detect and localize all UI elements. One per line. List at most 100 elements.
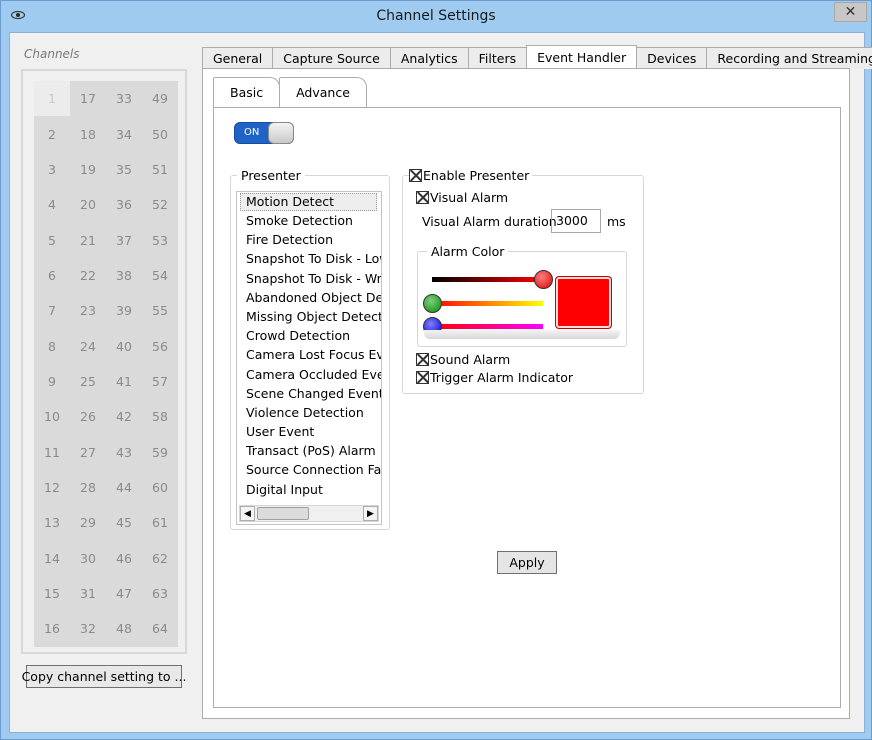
list-item[interactable]: Missing Object Detecti bbox=[237, 307, 381, 326]
channel-cell[interactable]: 8 bbox=[34, 328, 70, 363]
channel-cell[interactable]: 29 bbox=[70, 505, 106, 540]
channel-cell[interactable]: 59 bbox=[142, 434, 178, 469]
channel-cell[interactable]: 54 bbox=[142, 258, 178, 293]
channel-cell[interactable]: 34 bbox=[106, 116, 142, 151]
channel-cell[interactable]: 23 bbox=[70, 293, 106, 328]
channel-cell[interactable]: 3 bbox=[34, 152, 70, 187]
channel-cell[interactable]: 63 bbox=[142, 576, 178, 611]
blue-slider[interactable] bbox=[432, 324, 543, 329]
list-item[interactable]: Source Connection Fau bbox=[237, 460, 381, 479]
list-item[interactable]: Transact (PoS) Alarm bbox=[237, 441, 381, 460]
channel-cell[interactable]: 32 bbox=[70, 611, 106, 646]
list-item[interactable]: Camera Occluded Even bbox=[237, 365, 381, 384]
tab-capture-source[interactable]: Capture Source bbox=[272, 47, 391, 69]
list-item[interactable]: User Event bbox=[237, 422, 381, 441]
channel-cell[interactable]: 57 bbox=[142, 364, 178, 399]
channel-cell[interactable]: 24 bbox=[70, 328, 106, 363]
channel-cell[interactable]: 33 bbox=[106, 81, 142, 116]
list-item[interactable]: Violence Detection bbox=[237, 403, 381, 422]
channel-cell[interactable]: 21 bbox=[70, 222, 106, 257]
tab-filters[interactable]: Filters bbox=[467, 47, 528, 69]
channel-cell[interactable]: 30 bbox=[70, 540, 106, 575]
channel-cell[interactable]: 35 bbox=[106, 152, 142, 187]
channel-cell[interactable]: 20 bbox=[70, 187, 106, 222]
channel-cell[interactable]: 56 bbox=[142, 328, 178, 363]
list-item[interactable]: Scene Changed Event bbox=[237, 384, 381, 403]
channel-cell[interactable]: 64 bbox=[142, 611, 178, 646]
channel-cell[interactable]: 53 bbox=[142, 222, 178, 257]
channel-cell[interactable]: 1 bbox=[34, 81, 70, 117]
channel-cell[interactable]: 58 bbox=[142, 399, 178, 434]
tab-recording-and-streaming[interactable]: Recording and Streaming bbox=[706, 47, 872, 69]
list-item[interactable]: Fire Detection bbox=[237, 230, 381, 249]
sound-alarm-checkbox[interactable]: Sound Alarm bbox=[416, 352, 510, 367]
channel-cell[interactable]: 50 bbox=[142, 116, 178, 151]
channel-cell[interactable]: 5 bbox=[34, 222, 70, 257]
channel-cell[interactable]: 47 bbox=[106, 576, 142, 611]
red-slider[interactable] bbox=[432, 277, 543, 282]
channel-cell[interactable]: 62 bbox=[142, 540, 178, 575]
green-slider[interactable] bbox=[432, 301, 543, 306]
list-item[interactable]: Camera Lost Focus Eve bbox=[237, 345, 381, 364]
channel-cell[interactable]: 15 bbox=[34, 576, 70, 611]
channel-cell[interactable]: 42 bbox=[106, 399, 142, 434]
channel-cell[interactable]: 46 bbox=[106, 540, 142, 575]
enable-toggle[interactable]: ON bbox=[234, 122, 294, 144]
channel-cell[interactable]: 18 bbox=[70, 116, 106, 151]
red-slider-knob[interactable] bbox=[533, 270, 553, 289]
channel-cell[interactable]: 39 bbox=[106, 293, 142, 328]
title-bar[interactable]: Channel Settings ✕ bbox=[1, 1, 871, 32]
channel-cell[interactable]: 37 bbox=[106, 222, 142, 257]
channel-cell[interactable]: 36 bbox=[106, 187, 142, 222]
scroll-thumb[interactable] bbox=[257, 507, 309, 520]
list-item[interactable]: Motion Detect bbox=[240, 193, 377, 211]
channel-cell[interactable]: 19 bbox=[70, 152, 106, 187]
channel-cell[interactable]: 41 bbox=[106, 364, 142, 399]
channel-cell[interactable]: 51 bbox=[142, 152, 178, 187]
tab-devices[interactable]: Devices bbox=[636, 47, 708, 69]
channel-cell[interactable]: 14 bbox=[34, 540, 70, 575]
list-item[interactable]: Snapshot To Disk - Wri bbox=[237, 269, 381, 288]
channel-cell[interactable]: 49 bbox=[142, 81, 178, 116]
tab-analytics[interactable]: Analytics bbox=[389, 47, 469, 69]
enable-presenter-checkbox[interactable]: Enable Presenter bbox=[409, 168, 533, 183]
subtab-advance[interactable]: Advance bbox=[279, 77, 367, 107]
channel-cell[interactable]: 17 bbox=[70, 81, 106, 116]
channel-cell[interactable]: 40 bbox=[106, 328, 142, 363]
duration-input[interactable]: 3000 bbox=[551, 209, 601, 233]
list-item[interactable]: Smoke Detection bbox=[237, 211, 381, 230]
toggle-knob[interactable] bbox=[268, 122, 294, 144]
trigger-alarm-indicator-checkbox[interactable]: Trigger Alarm Indicator bbox=[416, 370, 573, 385]
list-item[interactable]: Abandoned Object Det bbox=[237, 288, 381, 307]
list-item[interactable]: Crowd Detection bbox=[237, 326, 381, 345]
channel-cell[interactable]: 43 bbox=[106, 434, 142, 469]
channel-cell[interactable]: 26 bbox=[70, 399, 106, 434]
tab-event-handler[interactable]: Event Handler bbox=[526, 45, 638, 69]
channel-cell[interactable]: 12 bbox=[34, 470, 70, 505]
list-item[interactable]: Snapshot To Disk - Low bbox=[237, 249, 381, 268]
apply-button[interactable]: Apply bbox=[497, 551, 557, 574]
visual-alarm-checkbox[interactable]: Visual Alarm bbox=[416, 190, 508, 205]
presenter-list[interactable]: Motion Detect Smoke Detection Fire Detecti… bbox=[236, 191, 382, 525]
channel-cell[interactable]: 13 bbox=[34, 505, 70, 540]
channel-cell[interactable]: 45 bbox=[106, 505, 142, 540]
channel-cell[interactable]: 25 bbox=[70, 364, 106, 399]
channel-cell[interactable]: 38 bbox=[106, 258, 142, 293]
horizontal-scrollbar[interactable]: ◀ ▶ bbox=[239, 505, 379, 522]
subtab-basic[interactable]: Basic bbox=[213, 77, 281, 107]
alarm-color-swatch[interactable] bbox=[555, 276, 612, 329]
green-slider-knob[interactable] bbox=[422, 294, 442, 313]
channel-cell[interactable]: 55 bbox=[142, 293, 178, 328]
close-button[interactable]: ✕ bbox=[834, 2, 867, 22]
copy-channel-setting-button[interactable]: Copy channel setting to ... bbox=[22, 665, 186, 688]
channel-cell[interactable]: 6 bbox=[34, 258, 70, 293]
tab-general[interactable]: General bbox=[202, 47, 274, 69]
channel-cell[interactable]: 7 bbox=[34, 293, 70, 328]
channel-cell[interactable]: 9 bbox=[34, 364, 70, 399]
channel-cell[interactable]: 16 bbox=[34, 611, 70, 646]
channel-cell[interactable]: 52 bbox=[142, 187, 178, 222]
scroll-left-button[interactable]: ◀ bbox=[240, 506, 255, 521]
channel-cell[interactable]: 31 bbox=[70, 576, 106, 611]
channel-cell[interactable]: 48 bbox=[106, 611, 142, 646]
channel-cell[interactable]: 22 bbox=[70, 258, 106, 293]
